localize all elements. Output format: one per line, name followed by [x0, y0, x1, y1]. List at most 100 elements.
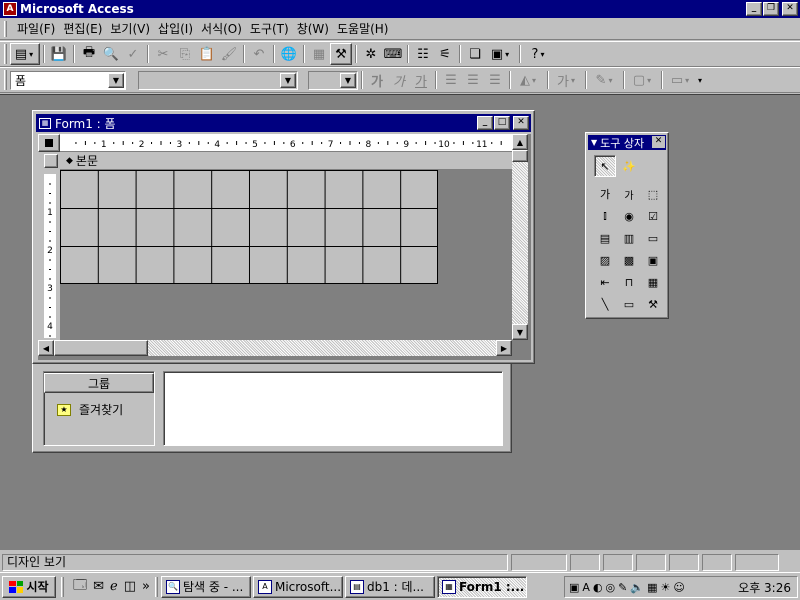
hyperlink-icon[interactable]: 🌐 [278, 43, 300, 65]
design-grid[interactable] [60, 170, 438, 284]
properties-icon[interactable]: ☷ [412, 43, 434, 65]
option-button-icon[interactable]: ◉ [618, 205, 640, 227]
menu-window[interactable]: 창(W) [293, 20, 333, 37]
more-controls-icon[interactable]: ⚒ [642, 293, 664, 315]
align-center-icon[interactable]: ☰ [462, 69, 484, 91]
scroll-up-icon[interactable]: ▲ [512, 134, 528, 150]
menu-view[interactable]: 보기(V) [106, 20, 154, 37]
form-icon[interactable]: ▦ [39, 117, 51, 129]
start-button[interactable]: 시작 [2, 575, 56, 598]
label-tool-icon[interactable]: 가 [594, 183, 616, 205]
form-close-button[interactable]: ✕ [513, 116, 529, 130]
menu-tools[interactable]: 도구(T) [246, 20, 293, 37]
subform-icon[interactable]: ▦ [642, 271, 664, 293]
help-icon[interactable]: ? ▾ [524, 43, 554, 65]
tray-icon-4[interactable]: ◎ [606, 581, 616, 594]
bound-object-frame-icon[interactable]: ▣ [642, 249, 664, 271]
horizontal-ruler[interactable]: 1 2 3 4 5 6 7 8 9 10 11 [60, 134, 512, 152]
groups-button[interactable]: 그룹 [44, 373, 154, 393]
vertical-scroll-thumb[interactable] [512, 150, 528, 162]
task-microsoft[interactable]: A Microsoft... [252, 575, 343, 598]
rectangle-tool-icon[interactable]: ▭ [618, 293, 640, 315]
toolbox-close-button[interactable]: ✕ [652, 136, 665, 148]
menu-grip[interactable] [4, 20, 7, 37]
line-tool-icon[interactable]: ╲ [594, 293, 616, 315]
form-maximize-button[interactable]: □ [494, 116, 510, 130]
menu-help[interactable]: 도움말(H) [333, 20, 393, 37]
clock[interactable]: 오후 3:26 [738, 579, 791, 596]
border-width-icon[interactable]: ▢ ▾ [628, 69, 658, 91]
object-list[interactable] [163, 371, 503, 446]
form-design-window[interactable]: ▦ Form1 : 폼 _ □ ✕ 1 2 3 4 5 6 7 8 9 10 11 1234 ◆ 본… [32, 110, 535, 364]
form-minimize-button[interactable]: _ [477, 116, 493, 130]
outlook-express-icon[interactable]: ✉ [93, 579, 104, 594]
horizontal-scroll-thumb[interactable] [54, 340, 148, 356]
toggle-button-icon[interactable]: ⫾ [594, 205, 616, 227]
restore-button[interactable]: ❐ [763, 2, 779, 16]
spelling-icon[interactable]: ✓ [122, 43, 144, 65]
internet-explorer-icon[interactable]: ℯ [110, 579, 118, 594]
section-selector[interactable] [44, 154, 58, 168]
autoformat-icon[interactable]: ✲ [360, 43, 382, 65]
app-title-bar[interactable]: A Microsoft Access _ ❐ ✕ [0, 0, 800, 18]
chevron-down-icon[interactable]: ▼ [340, 72, 356, 88]
channels-icon[interactable]: ◫ [124, 579, 136, 594]
fill-color-icon[interactable]: ◭ ▾ [514, 69, 544, 91]
toolbox-palette[interactable]: ▼ 도구 상자 ✕ ↖ ✨ 가 가 ⬚ ⫾ ◉ ☑ ▤ ▥ ▭ ▨ ▩ ▣ ⇤ … [585, 132, 669, 319]
database-window-icon[interactable]: ❏ [464, 43, 486, 65]
copy-icon[interactable]: ⎘ [174, 43, 196, 65]
show-desktop-icon[interactable]: 🗔 [73, 576, 87, 598]
database-window[interactable]: 그룹 ★ 즐겨찾기 [32, 358, 512, 453]
print-icon[interactable]: 🖶 [78, 43, 100, 65]
italic-icon[interactable]: 가 [388, 69, 410, 91]
page-break-icon[interactable]: ⇤ [594, 271, 616, 293]
image-icon[interactable]: ▨ [594, 249, 616, 271]
scroll-left-icon[interactable]: ◀ [38, 340, 54, 356]
more-chevron-icon[interactable]: » [142, 579, 150, 594]
toolbox-title-bar[interactable]: ▼ 도구 상자 ✕ [588, 135, 666, 150]
list-box-icon[interactable]: ▥ [618, 227, 640, 249]
save-icon[interactable]: 💾 [48, 43, 70, 65]
option-group-icon[interactable]: ⬚ [642, 183, 664, 205]
tray-icon-5[interactable]: ✎ [618, 581, 627, 594]
close-button[interactable]: ✕ [782, 2, 798, 16]
detail-section-bar[interactable]: ◆ 본문 [44, 152, 512, 170]
tray-icon-2[interactable]: A [582, 581, 590, 594]
chevron-down-icon[interactable]: ▼ [280, 72, 296, 88]
menu-insert[interactable]: 삽입(I) [154, 20, 197, 37]
new-object-icon[interactable]: ▣ ▾ [486, 43, 516, 65]
build-icon[interactable]: ⚟ [434, 43, 456, 65]
horizontal-scrollbar[interactable]: ◀ ▶ [38, 340, 512, 356]
menu-file[interactable]: 파일(F) [13, 20, 59, 37]
underline-icon[interactable]: 가 [410, 69, 432, 91]
tray-icon-3[interactable]: ◐ [593, 581, 603, 594]
bold-icon[interactable]: 가 [366, 69, 388, 91]
format-painter-icon[interactable]: 🖌 [218, 43, 240, 65]
user-icon[interactable]: ☺ [673, 581, 684, 594]
cut-icon[interactable]: ✂ [152, 43, 174, 65]
tab-control-icon[interactable]: ⊓ [618, 271, 640, 293]
size-combo[interactable]: ▼ [308, 70, 358, 90]
check-box-icon[interactable]: ☑ [642, 205, 664, 227]
align-left-icon[interactable]: ☰ [440, 69, 462, 91]
combo-box-icon[interactable]: ▤ [594, 227, 616, 249]
detail-area[interactable] [60, 170, 512, 340]
undo-icon[interactable]: ↶ [248, 43, 270, 65]
align-right-icon[interactable]: ☰ [484, 69, 506, 91]
task-form1[interactable]: ▦ Form1 :... [436, 575, 527, 598]
toolbar-grip[interactable] [4, 44, 7, 64]
scroll-down-icon[interactable]: ▼ [512, 324, 528, 340]
control-wizards-icon[interactable]: ✨ [618, 155, 640, 177]
menu-edit[interactable]: 편집(E) [59, 20, 106, 37]
menu-format[interactable]: 서식(O) [197, 20, 246, 37]
toolbar-grip-2[interactable] [4, 70, 7, 90]
field-list-icon[interactable]: ▦ [308, 43, 330, 65]
code-icon[interactable]: ⌨ [382, 43, 404, 65]
favorites-item[interactable]: ★ 즐겨찾기 [57, 401, 123, 418]
volume-icon[interactable]: 🔈 [630, 581, 644, 594]
vertical-ruler[interactable]: 1 2 3 4 [44, 174, 56, 338]
font-combo[interactable]: ▼ [138, 70, 298, 90]
minimize-button[interactable]: _ [746, 2, 762, 16]
tray-icon-7[interactable]: ▦ [647, 581, 657, 594]
view-button[interactable]: ▤ ▾ [10, 43, 40, 65]
